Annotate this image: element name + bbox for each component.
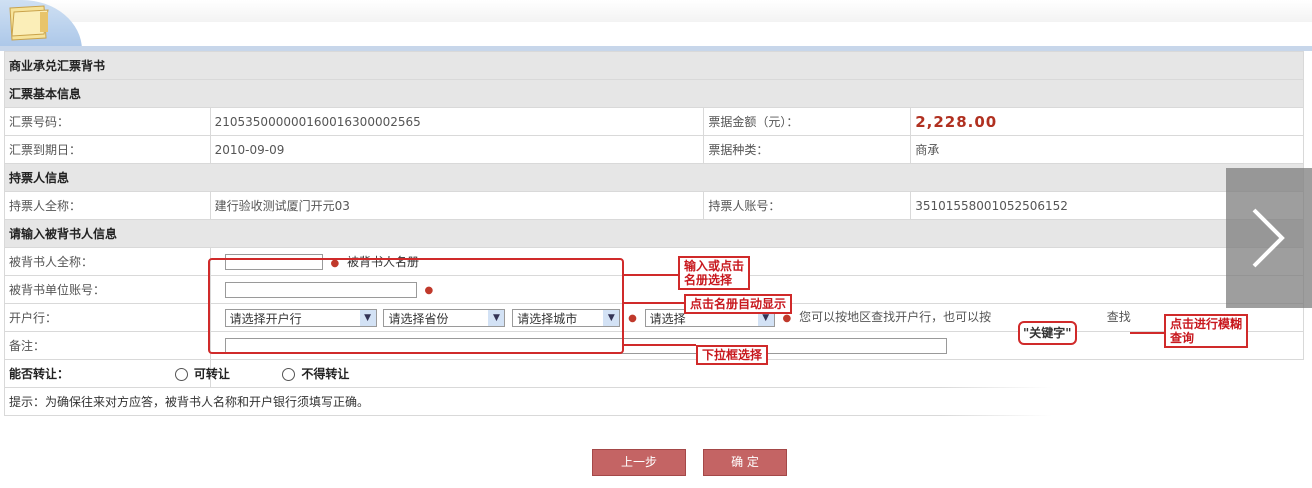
section-holder-info: 持票人信息 bbox=[4, 163, 1304, 192]
search-suffix: 查找 bbox=[1106, 310, 1131, 325]
annotation-input-or-select: 输入或点击 名册选择 bbox=[678, 256, 751, 290]
section-endorsee-info: 请输入被背书人信息 bbox=[4, 219, 1304, 248]
bill-type-label: 票据种类： bbox=[703, 135, 912, 164]
endorsee-name-label: 被背书人全称： bbox=[4, 247, 211, 276]
bill-type-value: 商承 bbox=[910, 135, 1304, 164]
fade-overlay bbox=[940, 360, 1312, 460]
bill-no-label: 汇票号码： bbox=[4, 107, 211, 136]
amount-value: 2,228.00 bbox=[915, 112, 998, 131]
due-date-label: 汇票到期日： bbox=[4, 135, 211, 164]
holder-account-label: 持票人账号： bbox=[703, 191, 912, 220]
amount-label: 票据金额（元）： bbox=[703, 107, 912, 136]
prev-step-button[interactable]: 上一步 bbox=[592, 449, 686, 476]
transferable-label[interactable]: 可转让 bbox=[194, 367, 230, 381]
annotation-auto-fill: 点击名册自动显示 bbox=[684, 294, 793, 314]
required-star: ● bbox=[782, 313, 792, 325]
bill-no-value: 210535000000160016300002565 bbox=[209, 107, 705, 136]
remark-label: 备注： bbox=[4, 331, 211, 360]
chevron-right-icon bbox=[1252, 208, 1285, 268]
confirm-button[interactable]: 确 定 bbox=[703, 449, 787, 476]
annotation-connector bbox=[622, 274, 678, 276]
next-image-button[interactable] bbox=[1226, 168, 1312, 308]
annotation-connector bbox=[622, 344, 696, 346]
form-title: 商业承兑汇票背书 bbox=[4, 51, 1304, 80]
bank-search-text: 您可以按地区查找开户行，也可以按 bbox=[799, 310, 992, 325]
top-bar bbox=[0, 0, 1312, 22]
holder-name-label: 持票人全称： bbox=[4, 191, 211, 220]
annotation-dropdown-select: 下拉框选择 bbox=[696, 345, 769, 365]
not-transferable-label[interactable]: 不得转让 bbox=[301, 367, 349, 381]
annotation-fuzzy-search: 点击进行模糊 查询 bbox=[1164, 314, 1249, 348]
due-date-value: 2010-09-09 bbox=[209, 135, 705, 164]
folder-icon bbox=[9, 5, 49, 41]
bank-label: 开户行： bbox=[4, 303, 211, 332]
annotation-connector bbox=[1130, 332, 1164, 334]
keyword-search-link[interactable]: "关键字" bbox=[1018, 321, 1077, 345]
transferable-radio[interactable] bbox=[174, 368, 188, 381]
required-star: ● bbox=[628, 313, 637, 325]
endorsee-account-label: 被背书单位账号： bbox=[4, 275, 211, 304]
annotation-connector bbox=[622, 302, 684, 304]
annotation-box-inputs bbox=[208, 258, 624, 354]
section-basic-info: 汇票基本信息 bbox=[4, 79, 1304, 108]
holder-name-value: 建行验收测试厦门开元03 bbox=[209, 191, 705, 220]
not-transferable-radio[interactable] bbox=[282, 368, 296, 381]
